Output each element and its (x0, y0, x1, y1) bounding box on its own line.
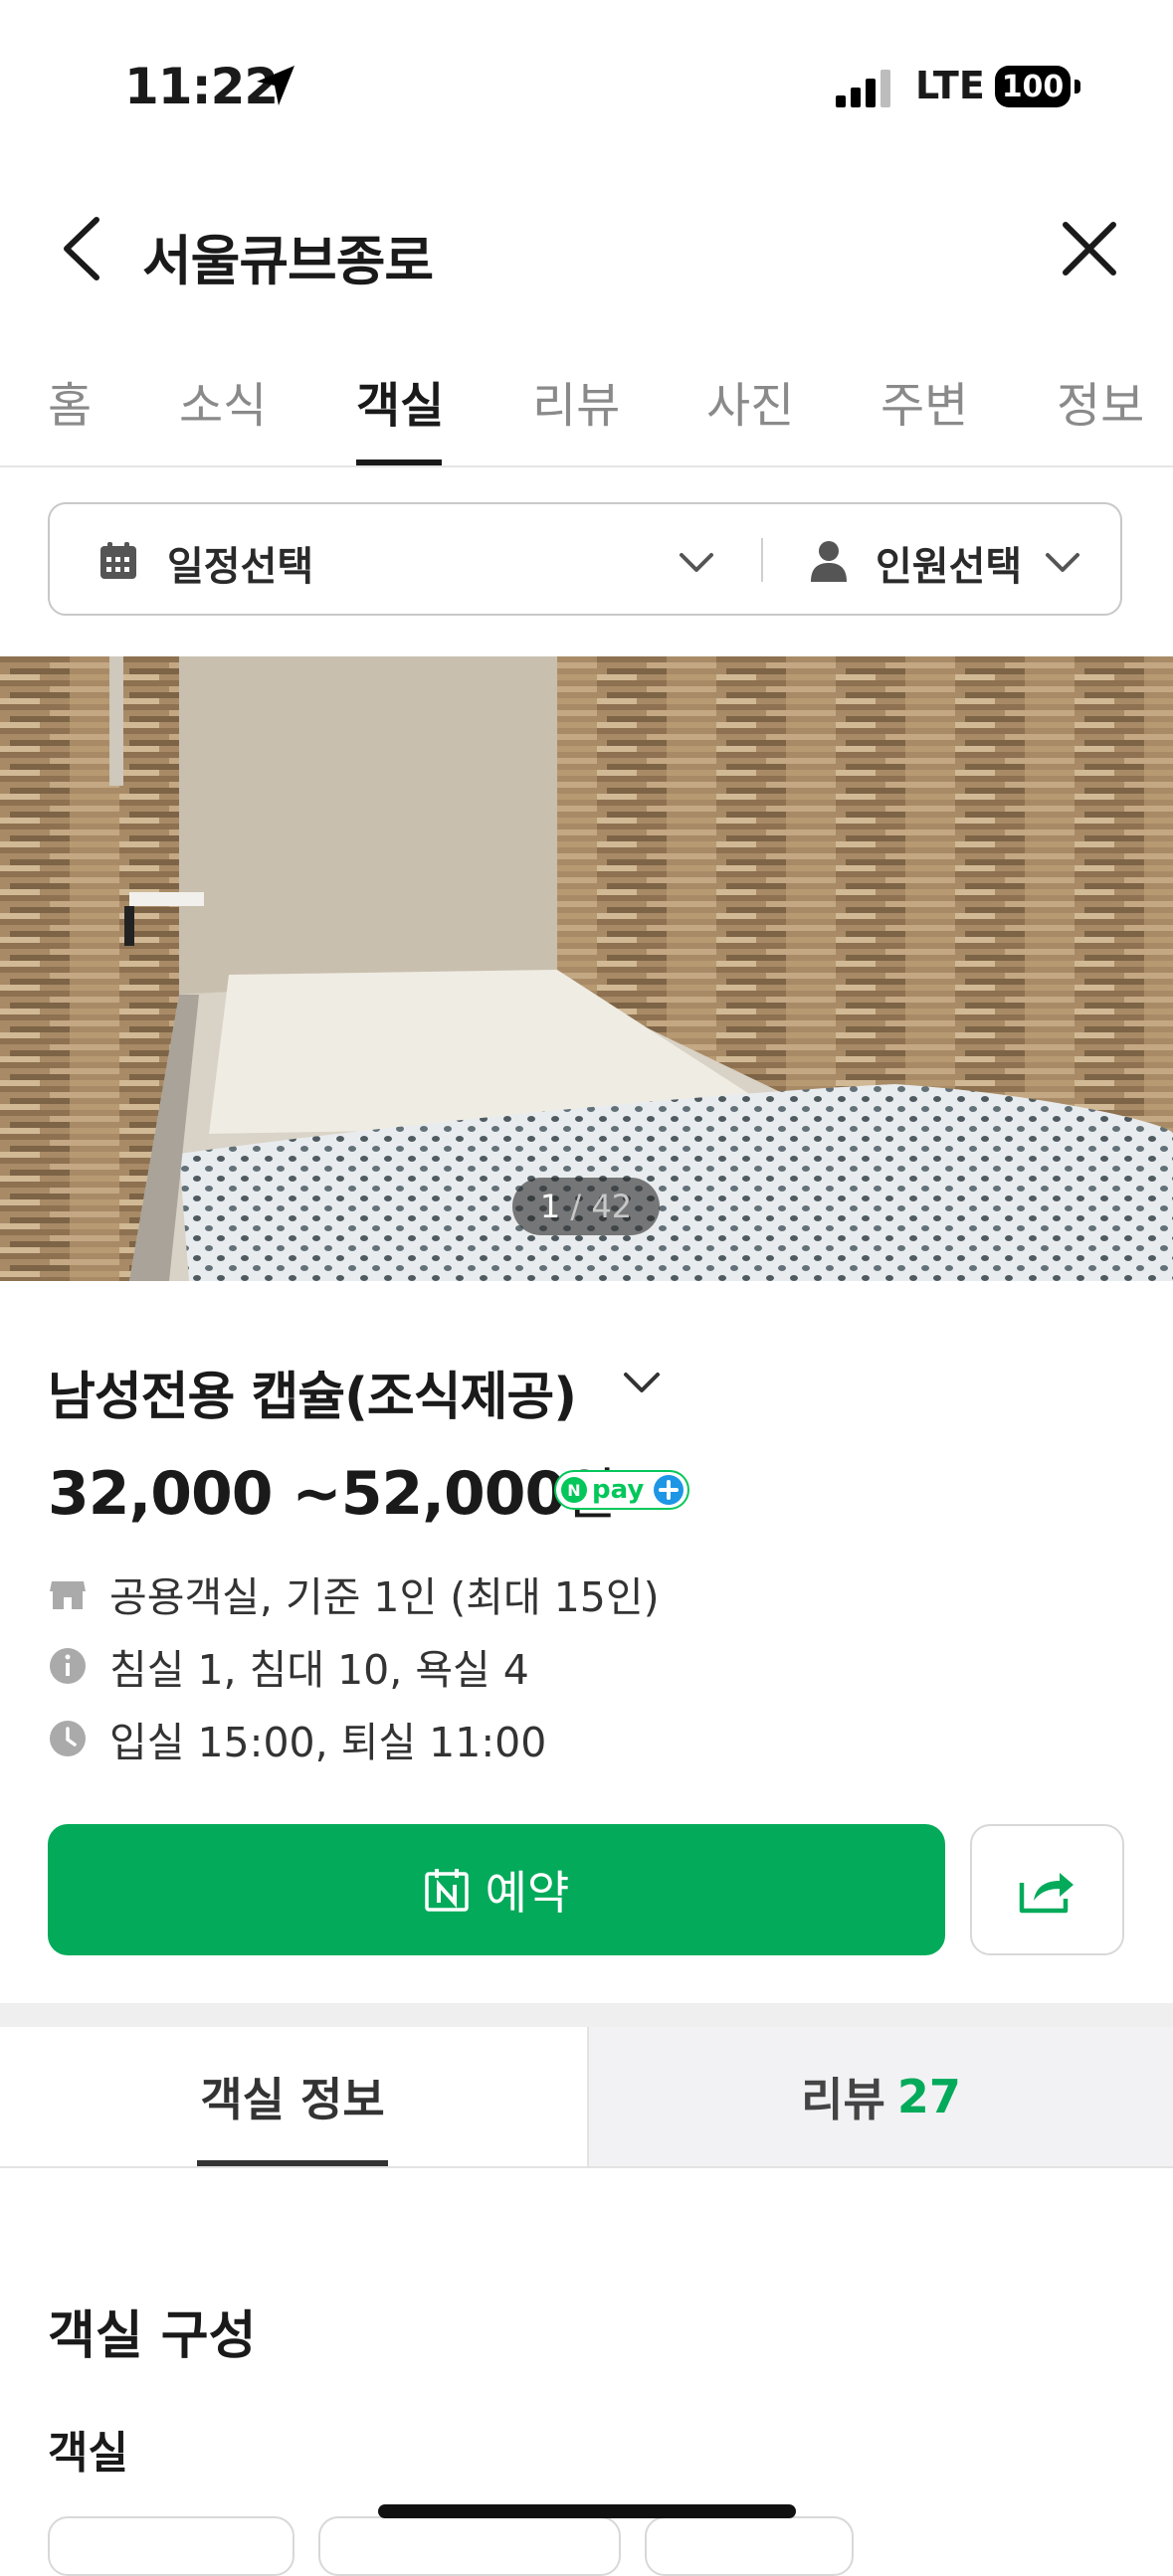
tab-nearby[interactable]: 주변 (880, 366, 968, 436)
book-button-label: 예약 (485, 1866, 570, 1920)
review-count: 27 (896, 2070, 961, 2123)
date-select[interactable]: 일정선택 (167, 534, 313, 592)
tab-room-info-label: 객실 정보 (200, 2073, 385, 2126)
tab-room-reviews[interactable]: 리뷰 27 (587, 2027, 1173, 2166)
tab-room-reviews-label: 리뷰 (801, 2073, 885, 2126)
naver-calendar-icon (424, 1869, 469, 1912)
booking-filter: 일정선택 인원선택 (48, 502, 1122, 616)
share-icon (1019, 1873, 1074, 1914)
chevron-down-icon[interactable] (1045, 552, 1080, 574)
tab-reviews[interactable]: 리뷰 (532, 366, 620, 436)
calendar-icon (100, 542, 136, 579)
section-title: 객실 구성 (48, 2306, 257, 2366)
npay-badge: N pay (554, 1470, 689, 1510)
svg-text:N: N (567, 1481, 580, 1500)
tab-info[interactable]: 정보 (1057, 366, 1144, 436)
battery-level: 100 (1001, 69, 1065, 104)
tab-room-info[interactable]: 객실 정보 (0, 2027, 585, 2166)
room-facilities-text: 침실 1, 침대 10, 욕실 4 (109, 1646, 529, 1694)
room-chip[interactable] (645, 2516, 854, 2576)
room-chip[interactable] (48, 2516, 294, 2576)
guest-select[interactable]: 인원선택 (876, 534, 1022, 592)
check-in-out-text: 입실 15:00, 퇴실 11:00 (109, 1719, 547, 1766)
check-in-out: 입실 15:00, 퇴실 11:00 (48, 1709, 546, 1768)
info-icon (50, 1648, 86, 1684)
chevron-down-icon[interactable] (679, 552, 714, 574)
tab-photos[interactable]: 사진 (706, 366, 794, 436)
room-chip[interactable] (318, 2516, 621, 2576)
tab-bar: 홈 소식 객실 리뷰 사진 주변 정보 (0, 358, 1173, 467)
room-subtabs: 객실 정보 리뷰 27 (0, 2027, 1173, 2168)
signal-icon (836, 70, 890, 107)
tab-rooms[interactable]: 객실 (356, 366, 444, 436)
close-button[interactable] (1060, 219, 1119, 278)
building-icon (50, 1581, 86, 1609)
battery-tip (1075, 80, 1080, 93)
person-icon (811, 541, 847, 582)
room-name[interactable]: 남성전용 캡슐(조식제공) (48, 1355, 577, 1429)
book-button[interactable]: 예약 (48, 1824, 945, 1955)
tab-home[interactable]: 홈 (48, 366, 92, 436)
back-button[interactable] (55, 214, 114, 283)
chevron-down-icon[interactable] (622, 1371, 662, 1396)
room-capacity-text: 공용객실, 기준 1인 (최대 15인) (109, 1573, 660, 1621)
svg-text:pay: pay (592, 1475, 644, 1505)
image-counter: 1 / 42 (512, 1178, 660, 1235)
image-total: / 42 (570, 1188, 633, 1225)
home-indicator (378, 2504, 796, 2518)
section-divider (0, 2003, 1173, 2027)
share-button[interactable] (970, 1824, 1124, 1955)
room-facilities: 침실 1, 침대 10, 욕실 4 (48, 1636, 529, 1696)
filter-divider (761, 538, 763, 582)
price-range: 32,000 ~52,000원 (48, 1450, 617, 1531)
active-tab-indicator (356, 460, 442, 465)
location-arrow-icon (257, 66, 294, 105)
price-value: 32,000 ~52,000 (48, 1459, 566, 1529)
tab-news[interactable]: 소식 (179, 366, 267, 436)
section-subtitle: 객실 (48, 2428, 128, 2479)
page-title: 서울큐브종로 (142, 230, 434, 292)
clock-icon (50, 1721, 86, 1756)
image-current: 1 (539, 1188, 561, 1225)
battery-icon: 100 (995, 66, 1071, 107)
network-type: LTE (915, 64, 985, 107)
active-subtab-indicator (197, 2160, 388, 2166)
room-capacity: 공용객실, 기준 1인 (최대 15인) (48, 1564, 660, 1623)
